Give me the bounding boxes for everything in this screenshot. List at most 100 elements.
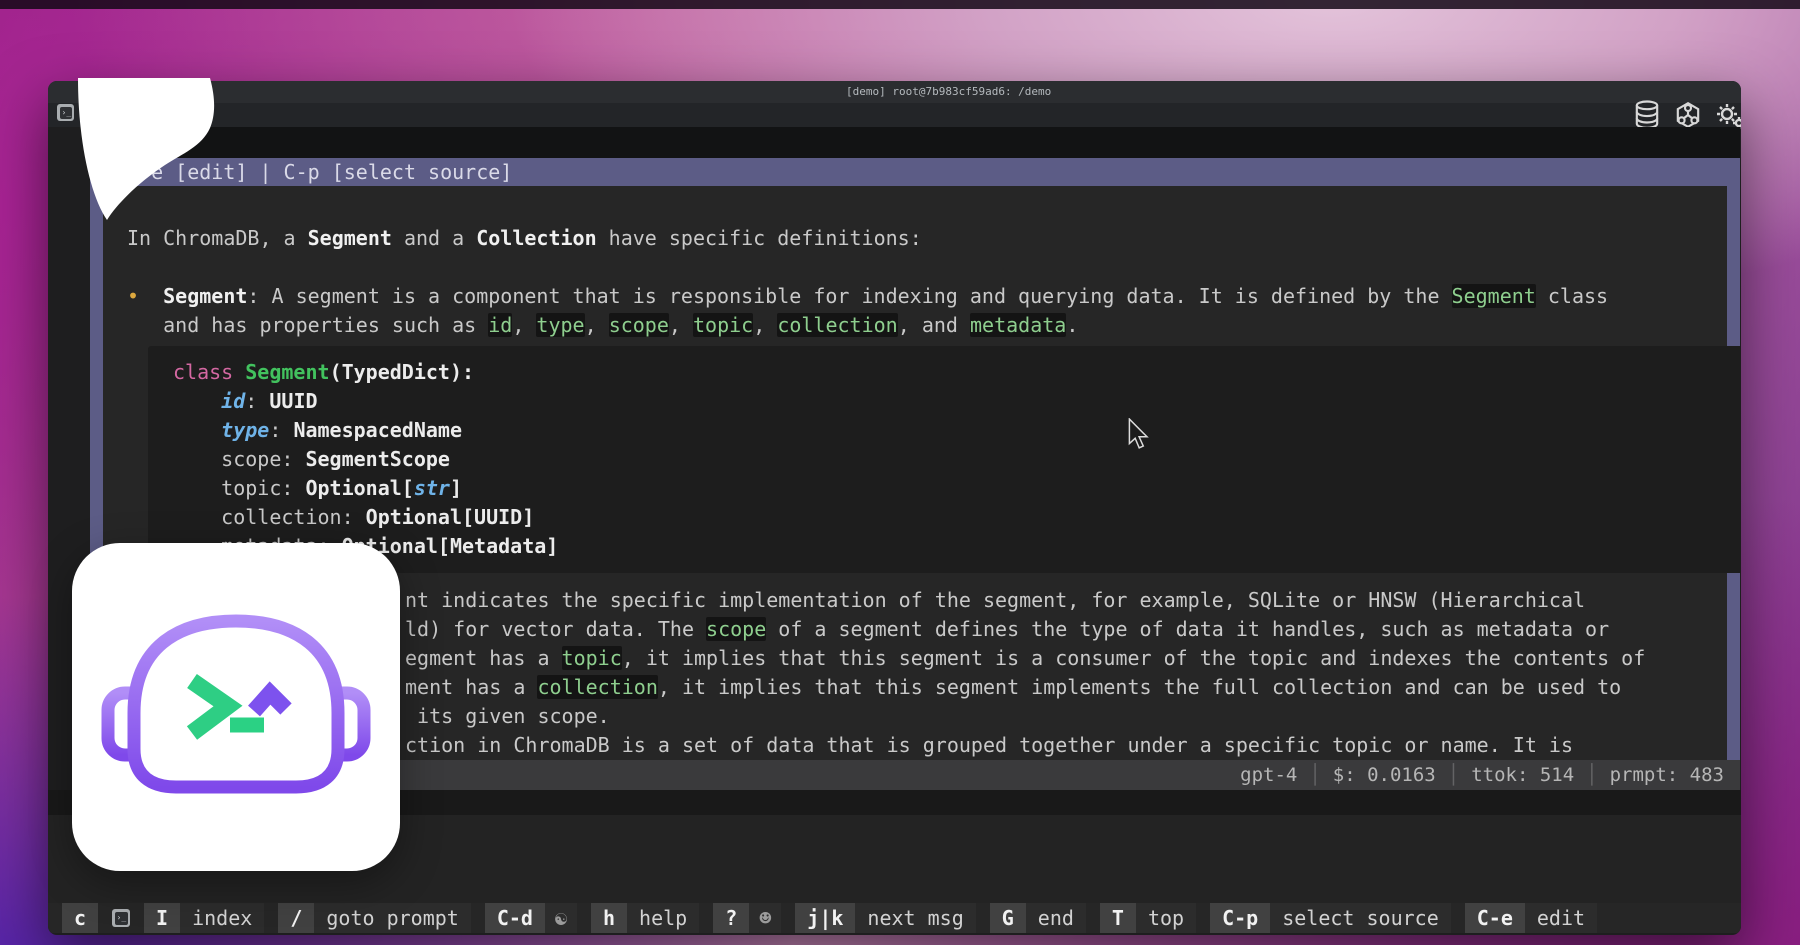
code-line: id: UUID: [173, 387, 1741, 416]
footer-key[interactable]: c: [62, 903, 98, 933]
text-run: UUID: [269, 389, 317, 413]
text-run: :: [245, 389, 269, 413]
text-run: ,: [669, 313, 693, 337]
text-run: •: [127, 284, 163, 308]
status-separator: │: [1574, 764, 1609, 786]
text-run: collection:: [173, 505, 366, 529]
text-run: (TypedDict):: [330, 360, 475, 384]
window-title: [demo] root@7b983cf59ad6: /demo: [846, 81, 1051, 103]
database-icon[interactable]: [1634, 100, 1664, 130]
window-titlebar[interactable]: [demo] root@7b983cf59ad6: /demo: [48, 81, 1741, 103]
robot-logo-card: [72, 543, 400, 871]
quit-icon: ☯: [545, 903, 577, 933]
text-run: class: [1536, 284, 1608, 308]
text-run: ction in ChromaDB is a set of data that …: [405, 733, 1573, 757]
text-run: egment has a: [405, 646, 562, 670]
text-run: its given scope.: [405, 704, 610, 728]
status-item: $: 0.0163: [1333, 760, 1436, 790]
code-line: collection: Optional[UUID]: [173, 503, 1741, 532]
text-run: collection: [777, 313, 897, 337]
text-run: [233, 360, 245, 384]
footer-action-label[interactable]: edit: [1525, 903, 1597, 933]
footer-action-label[interactable]: next msg: [855, 903, 975, 933]
footer-key[interactable]: ?: [713, 903, 749, 933]
status-item: gpt-4: [1240, 760, 1297, 790]
text-run: class: [173, 360, 233, 384]
text-run: collection: [537, 675, 657, 699]
footer: c ›_ Iindex /goto prompt C-d☯ hhelp?☻ j|knext …: [48, 903, 1741, 933]
message-line: and has properties such as id, type, sco…: [127, 311, 1078, 340]
text-run: ]: [450, 476, 462, 500]
footer-action-label[interactable]: goto prompt: [314, 903, 470, 933]
white-blob-overlay: [70, 70, 220, 235]
message-line: nt indicates the specific implementation…: [405, 586, 1585, 615]
text-run: Collection: [476, 226, 596, 250]
text-run: topic:: [173, 476, 305, 500]
text-run: :: [269, 418, 293, 442]
tab-bar[interactable]: [48, 103, 1741, 127]
mouse-cursor: [1128, 418, 1150, 450]
text-run: str: [414, 476, 450, 500]
status-item: prmpt: 483: [1610, 760, 1724, 790]
face-icon: ☻: [749, 903, 781, 933]
text-run: [173, 418, 221, 442]
text-run: Segment: [245, 360, 329, 384]
code-line: type: NamespacedName: [173, 416, 1741, 445]
footer-key[interactable]: I: [144, 903, 180, 933]
text-run: Segment: [308, 226, 392, 250]
text-run: scope: [609, 313, 669, 337]
message-line: • Segment: A segment is a component that…: [127, 282, 1608, 311]
text-run: scope: [706, 617, 766, 641]
robot-terminal-icon: [72, 543, 400, 871]
footer-key[interactable]: T: [1100, 903, 1136, 933]
footer-key[interactable]: h: [591, 903, 627, 933]
footer-key[interactable]: /: [278, 903, 314, 933]
text-run: NamespacedName: [293, 418, 462, 442]
text-run: , it implies that this segment implement…: [658, 675, 1621, 699]
status-separator: │: [1436, 764, 1471, 786]
footer-key[interactable]: j|k: [795, 903, 855, 933]
code-line: topic: Optional[str]: [173, 474, 1741, 503]
settings-gears-icon[interactable]: [1716, 100, 1741, 130]
text-run: type: [221, 418, 269, 442]
footer-action-label[interactable]: end: [1026, 903, 1086, 933]
text-run: id: [221, 389, 245, 413]
text-run: Segment: [163, 284, 247, 308]
footer-key[interactable]: C-e: [1465, 903, 1525, 933]
message-line: In ChromaDB, a Segment and a Collection …: [127, 224, 922, 253]
footer-action-label[interactable]: top: [1136, 903, 1196, 933]
footer-action-label[interactable]: help: [627, 903, 699, 933]
message-line: egment has a topic, it implies that this…: [405, 644, 1645, 673]
desktop-top-strip: [0, 0, 1800, 9]
text-run: : A segment is a component that is respo…: [247, 284, 1451, 308]
desktop: [demo] root@7b983cf59ad6: /demo ›_: [0, 0, 1800, 945]
text-run: ment has a: [405, 675, 537, 699]
message-line: ction in ChromaDB is a set of data that …: [405, 731, 1573, 760]
footer-key[interactable]: C-p: [1210, 903, 1270, 933]
text-run: and has properties such as: [127, 313, 488, 337]
terminal-icon[interactable]: ›_: [112, 909, 130, 927]
text-run: of a segment defines the type of data it…: [766, 617, 1609, 641]
footer-key[interactable]: C-d: [485, 903, 545, 933]
code-line: scope: SegmentScope: [173, 445, 1741, 474]
text-run: , it implies that this segment is a cons…: [622, 646, 1646, 670]
message-line: ment has a collection, it implies that t…: [405, 673, 1621, 702]
footer-action-label[interactable]: index: [180, 903, 264, 933]
package-icon[interactable]: [1674, 100, 1704, 130]
code-line: metadata: Optional[Metadata]: [173, 532, 1741, 561]
text-run: type: [536, 313, 584, 337]
message-line: ld) for vector data. The scope of a segm…: [405, 615, 1609, 644]
text-run: Segment: [1452, 284, 1536, 308]
code-block: class Segment(TypedDict): id: UUID type:…: [148, 346, 1741, 573]
app-background-gap: [90, 127, 1740, 158]
text-run: scope:: [173, 447, 305, 471]
status-separator: │: [1297, 764, 1332, 786]
footer-action-label[interactable]: select source: [1270, 903, 1451, 933]
message-header: C-e [edit] | C-p [select source]: [90, 158, 1740, 186]
footer-key[interactable]: G: [990, 903, 1026, 933]
text-run: id: [488, 313, 512, 337]
code-line: class Segment(TypedDict):: [173, 358, 1741, 387]
text-run: Optional[: [305, 476, 413, 500]
text-run: , and: [898, 313, 970, 337]
status-item: ttok: 514: [1471, 760, 1574, 790]
